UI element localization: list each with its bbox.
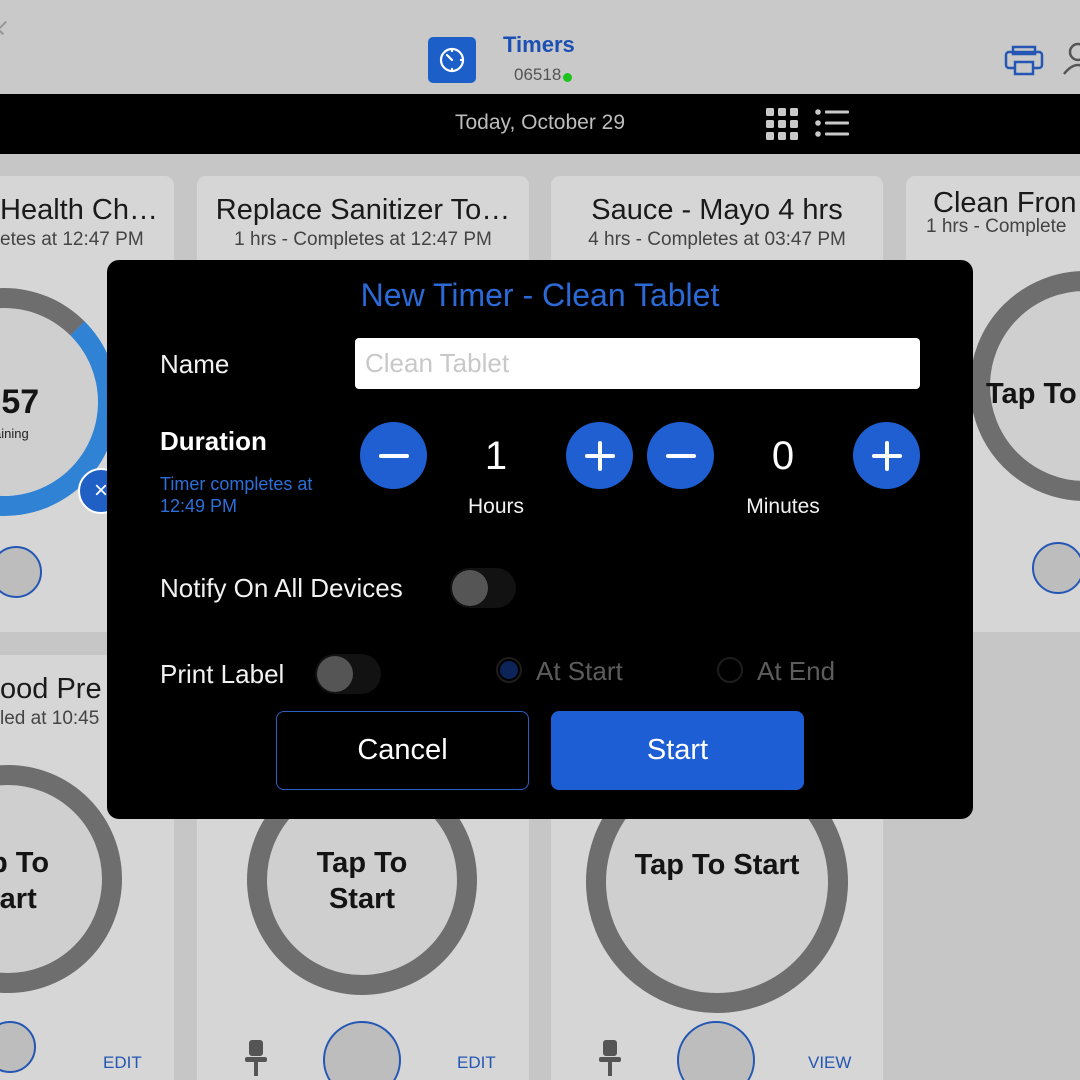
view-link[interactable]: VIEW <box>808 1053 851 1073</box>
app-title: Timers <box>503 32 575 57</box>
card-subtitle: 1 hrs - Completes at 12:47 PM <box>234 229 492 250</box>
minus-icon <box>665 453 696 458</box>
chair-icon <box>245 1040 267 1080</box>
list-view-icon[interactable] <box>815 109 849 142</box>
back-chevron-icon[interactable] <box>0 20 12 36</box>
print-label-toggle[interactable] <box>315 654 381 694</box>
timer-name-input[interactable] <box>355 338 920 389</box>
duration-label: Duration <box>160 426 267 456</box>
at-start-label: At Start <box>536 656 623 686</box>
minus-icon <box>378 453 409 458</box>
card-subtitle: etes at 12:47 PM <box>0 229 144 250</box>
print-label-label: Print Label <box>160 659 285 689</box>
top-bar: Timers 06518 <box>0 0 1080 94</box>
tap-to-start-label: Tap To <box>986 378 1077 410</box>
user-icon[interactable] <box>1062 42 1080 81</box>
hours-unit-label: Hours <box>467 495 525 518</box>
tap-to-label: p To <box>0 847 50 879</box>
store-number: 06518 <box>514 65 562 84</box>
stopwatch-icon[interactable] <box>1032 542 1080 594</box>
at-end-radio[interactable] <box>717 657 743 683</box>
start-label: Start <box>328 883 396 915</box>
tap-to-start-label: Tap To Start <box>247 845 477 917</box>
online-status-dot <box>563 72 573 82</box>
at-start-radio[interactable] <box>496 657 522 683</box>
minutes-value: 0 <box>771 434 795 478</box>
increase-hours-button[interactable] <box>566 422 633 489</box>
tap-to-start-label: p To tart <box>0 845 49 917</box>
edit-link[interactable]: EDIT <box>103 1053 142 1073</box>
toggle-knob <box>452 570 488 606</box>
minutes-unit-label: Minutes <box>746 495 820 518</box>
notify-toggle[interactable] <box>450 568 516 608</box>
remaining-label: aining <box>0 426 29 441</box>
increase-minutes-button[interactable] <box>853 422 920 489</box>
current-date: Today, October 29 <box>454 111 626 134</box>
store-status: 06518 <box>514 65 573 85</box>
stopwatch-icon[interactable] <box>677 1021 755 1080</box>
name-label: Name <box>160 349 230 379</box>
cancel-button[interactable]: Cancel <box>276 711 529 790</box>
date-bar: Today, October 29 <box>0 94 1080 154</box>
stopwatch-icon[interactable] <box>0 1021 36 1073</box>
toggle-knob <box>317 656 353 692</box>
plus-icon <box>871 440 902 471</box>
notify-label: Notify On All Devices <box>160 573 403 603</box>
card-subtitle: 4 hrs - Completes at 03:47 PM <box>588 229 846 250</box>
completion-time-note: Timer completes at 12:49 PM <box>160 474 313 516</box>
plus-icon <box>584 440 615 471</box>
start-button[interactable]: Start <box>551 711 804 790</box>
tap-to-start-label: Tap To Start <box>634 849 800 881</box>
new-timer-dialog: New Timer - Clean Tablet Name Duration T… <box>107 260 973 819</box>
sanitizer-spray-icon[interactable] <box>323 1021 401 1080</box>
at-end-label: At End <box>757 656 836 686</box>
tap-to-label: Tap To <box>316 847 408 879</box>
chair-icon <box>599 1040 621 1080</box>
edit-link[interactable]: EDIT <box>457 1053 496 1073</box>
decrease-hours-button[interactable] <box>360 422 427 489</box>
stopwatch-icon[interactable] <box>0 546 42 598</box>
card-title: Health Ch… <box>0 194 158 226</box>
time-remaining: :57 <box>0 383 40 421</box>
hours-value: 1 <box>484 434 508 478</box>
card-title: Sauce - Mayo 4 hrs <box>591 194 843 226</box>
timer-icon <box>428 37 476 83</box>
dialog-title: New Timer - Clean Tablet <box>360 277 720 313</box>
card-subtitle: 1 hrs - Complete <box>926 216 1067 237</box>
start-label: tart <box>0 883 37 915</box>
card-title: Replace Sanitizer To… <box>215 194 511 226</box>
grid-view-icon[interactable] <box>766 108 798 145</box>
printer-icon[interactable] <box>1004 44 1044 81</box>
decrease-minutes-button[interactable] <box>647 422 714 489</box>
